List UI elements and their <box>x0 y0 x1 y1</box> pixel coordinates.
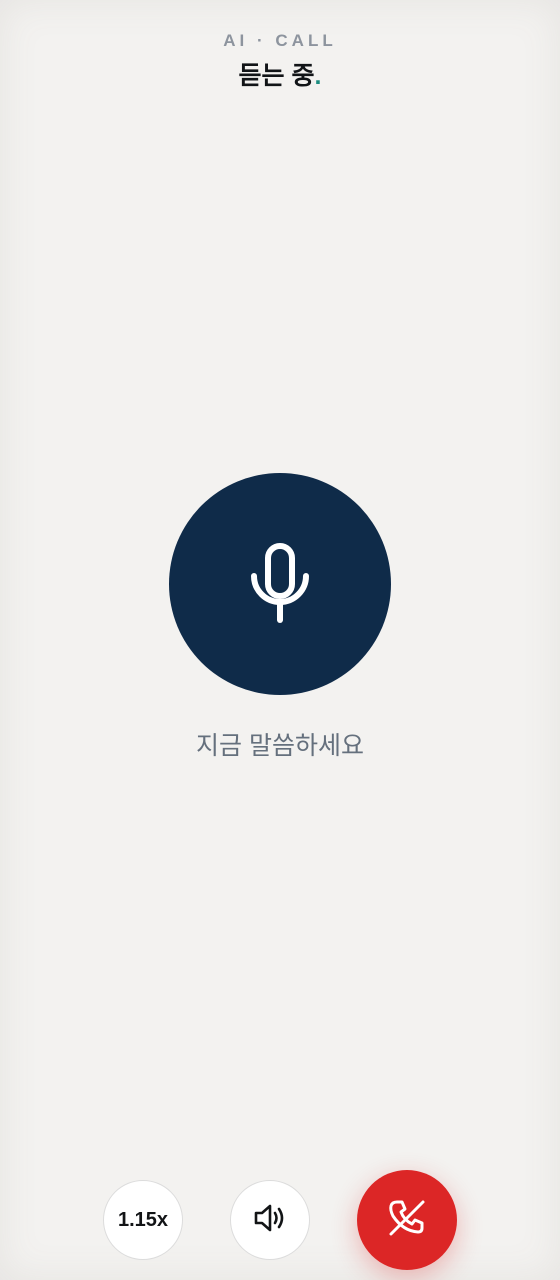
header: AI · CALL 듣는 중. <box>0 0 560 110</box>
mic-button[interactable] <box>169 473 391 695</box>
call-type-label: AI · CALL <box>223 31 337 50</box>
status-dot: . <box>314 62 322 90</box>
speaker-button[interactable] <box>230 1180 310 1260</box>
microphone-icon <box>249 542 311 626</box>
end-call-button[interactable] <box>357 1170 457 1270</box>
playback-speed-label: 1.15x <box>117 1208 169 1231</box>
call-screen: AI · CALL 듣는 중. 지금 말씀하세요 1.15x <box>0 0 560 1280</box>
playback-speed-button[interactable]: 1.15x <box>103 1180 183 1260</box>
call-status-title: 듣는 중. <box>0 61 560 91</box>
call-controls: 1.15x <box>0 1160 560 1280</box>
status-text: 듣는 중 <box>238 62 315 90</box>
speaker-icon <box>253 1203 287 1238</box>
phone-off-icon <box>385 1196 429 1245</box>
speak-now-prompt: 지금 말씀하세요 <box>196 732 364 760</box>
